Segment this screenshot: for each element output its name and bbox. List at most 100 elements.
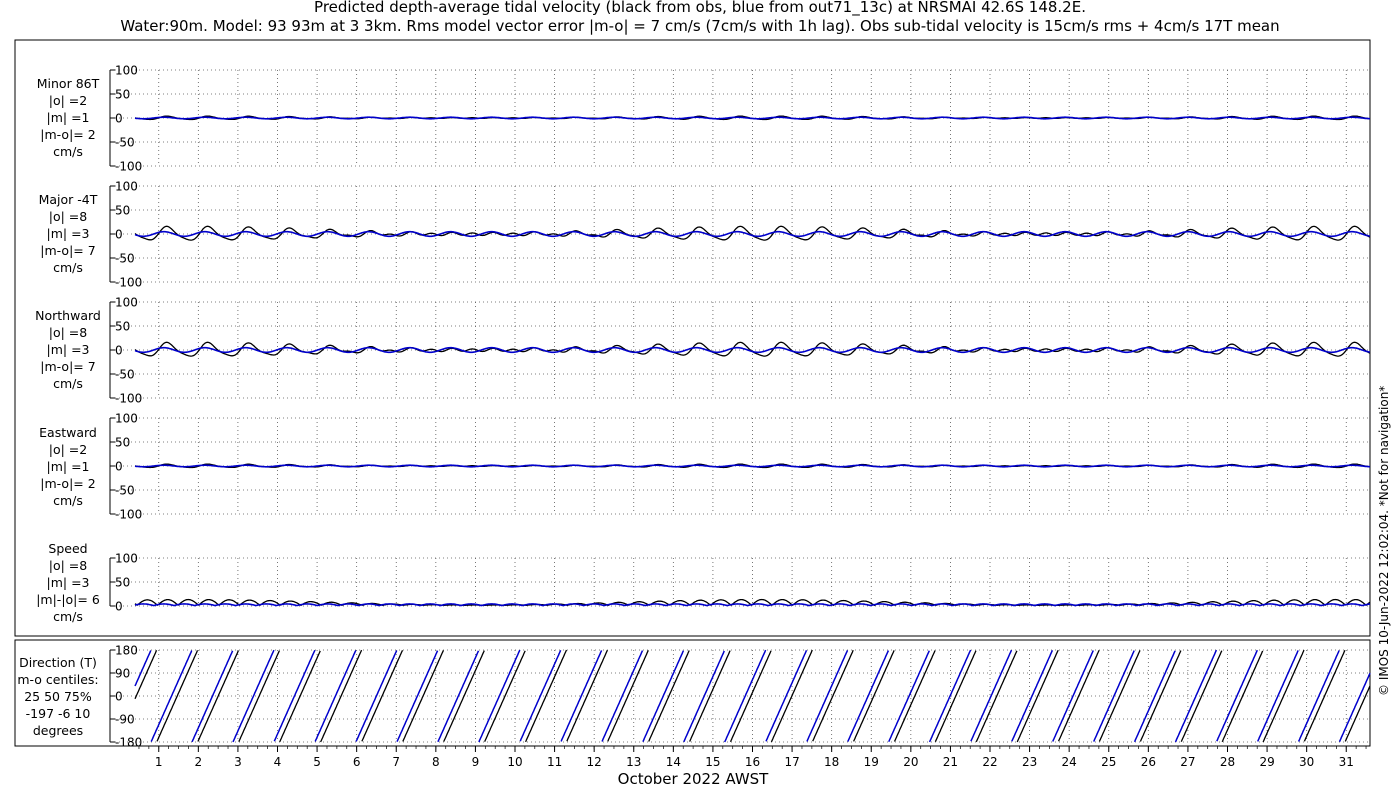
tidal-velocity-figure: 100500-50-100Minor 86T|o| =2|m| =1|m-o|=… [14, 39, 1371, 788]
direction-label-line: degrees [33, 723, 83, 738]
x-tick-label: 7 [392, 755, 400, 769]
x-tick-label: 26 [1141, 755, 1156, 769]
east-y-tick-label: -100 [115, 508, 142, 522]
major-y-tick-label: -50 [115, 252, 135, 266]
x-tick-label: 15 [705, 755, 720, 769]
x-tick-label: 12 [587, 755, 602, 769]
copyright-credit: © IMOS 10-Jun-2022 12:02:04. *Not for na… [1377, 385, 1391, 696]
major-label-line: |m-o|= 7 [40, 243, 95, 258]
minor-y-tick-label: -100 [115, 160, 142, 174]
east-label-line: cm/s [53, 493, 83, 508]
x-tick-label: 31 [1339, 755, 1354, 769]
x-tick-label: 14 [666, 755, 681, 769]
speed-label-line: |o| =8 [49, 558, 88, 573]
east-label-line: |m| =1 [47, 459, 90, 474]
major-label-line: Major -4T [39, 192, 98, 207]
x-tick-label: 20 [903, 755, 918, 769]
x-tick-label: 11 [547, 755, 562, 769]
direction-obs-series [134, 649, 1371, 743]
x-tick-label: 21 [943, 755, 958, 769]
major-label-line: |m| =3 [47, 226, 90, 241]
minor-label-line: Minor 86T [37, 76, 100, 91]
north-label-line: |o| =8 [49, 325, 88, 340]
major-y-tick-label: -100 [115, 276, 142, 290]
x-tick-label: 5 [313, 755, 321, 769]
major-y-tick-label: 50 [115, 204, 130, 218]
direction-model-series [134, 649, 1371, 743]
x-tick-label: 9 [472, 755, 480, 769]
x-tick-label: 27 [1180, 755, 1195, 769]
minor-y-tick-label: 0 [115, 112, 123, 126]
direction-y-tick-label: 0 [115, 690, 123, 704]
panel-east: 100 50 0 -50 -100 Eastward |o| =2 |m| =1 |m-o|= … [39, 412, 1371, 522]
direction-label-line: m-o centiles: [17, 672, 98, 687]
major-y-tick-label: 100 [115, 180, 138, 194]
upper-frame [14, 39, 1371, 637]
minor-label-line: |m| =1 [47, 110, 90, 125]
minor-label-line: cm/s [53, 144, 83, 159]
east-y-tick-label: 100 [115, 412, 138, 426]
speed-y-tick-label: 100 [115, 552, 138, 566]
x-tick-label: 23 [1022, 755, 1037, 769]
north-y-tick-label: 50 [115, 320, 130, 334]
x-tick-label: 18 [824, 755, 839, 769]
direction-y-tick-label: -180 [115, 736, 142, 750]
x-tick-label: 3 [234, 755, 242, 769]
x-tick-label: 30 [1299, 755, 1314, 769]
x-tick-label: 4 [274, 755, 282, 769]
panel-minor: 100 50 0 -50 -100 Minor 86T |o| =2 |m| =1 |m-o|=… [37, 64, 1371, 174]
north-label-line: Northward [35, 308, 101, 323]
direction-label-line: Direction (T) [19, 655, 97, 670]
x-tick-label: 1 [155, 755, 163, 769]
x-axis-label: October 2022 AWST [618, 770, 770, 788]
x-tick-label: 25 [1101, 755, 1116, 769]
speed-y-tick-label: 0 [115, 600, 123, 614]
east-label-line: |o| =2 [49, 442, 87, 457]
north-y-tick-label: -50 [115, 368, 135, 382]
direction-y-tick-label: 180 [115, 644, 138, 658]
minor-label-line: |m-o|= 2 [40, 127, 95, 142]
major-label-line: |o| =8 [49, 209, 88, 224]
north-y-tick-label: -100 [115, 392, 142, 406]
direction-label-line: -197 -6 10 [26, 706, 91, 721]
x-tick-label: 10 [507, 755, 522, 769]
north-y-tick-label: 0 [115, 344, 123, 358]
x-tick-label: 28 [1220, 755, 1235, 769]
x-tick-label: 24 [1062, 755, 1077, 769]
panel-speed: 100 50 0 Speed |o| =8 |m| =3 |m|-|o|= 6 cm/s [36, 541, 1371, 624]
x-tick-label: 22 [982, 755, 997, 769]
panel-north: 100 50 0 -50 -100 Northward |o| =8 |m| =3 |m-o|=… [35, 296, 1371, 406]
major-y-tick-label: 0 [115, 228, 123, 242]
x-tick-label: 2 [195, 755, 203, 769]
direction-y-tick-label: 90 [115, 667, 130, 681]
east-label-line: |m-o|= 2 [40, 476, 95, 491]
x-tick-label: 6 [353, 755, 361, 769]
x-tick-label: 16 [745, 755, 760, 769]
direction-y-tick-label: -90 [115, 713, 135, 727]
x-tick-label: 29 [1259, 755, 1274, 769]
speed-label-line: Speed [48, 541, 87, 556]
x-tick-label: 8 [432, 755, 440, 769]
east-y-tick-label: 50 [115, 436, 130, 450]
minor-y-tick-label: 50 [115, 88, 130, 102]
major-label-line: cm/s [53, 260, 83, 275]
x-tick-label: 13 [626, 755, 641, 769]
x-tick-label: 17 [784, 755, 799, 769]
speed-y-tick-label: 50 [115, 576, 130, 590]
minor-y-tick-label: -50 [115, 136, 135, 150]
x-tick-label: 19 [864, 755, 879, 769]
north-label-line: cm/s [53, 376, 83, 391]
direction-frame [14, 639, 1371, 747]
minor-label-line: |o| =2 [49, 93, 87, 108]
east-y-tick-label: -50 [115, 484, 135, 498]
east-y-tick-label: 0 [115, 460, 123, 474]
north-label-line: |m| =3 [47, 342, 90, 357]
minor-y-tick-label: 100 [115, 64, 138, 78]
panel-direction: 180 90 0 -90 -180 Direction (T) m-o centiles: 2… [17, 644, 1371, 750]
speed-label-line: |m|-|o|= 6 [36, 592, 100, 607]
east-label-line: Eastward [39, 425, 97, 440]
panel-major: 100 50 0 -50 -100 Major -4T |o| =8 |m| =3 |m-o|=… [39, 180, 1371, 290]
north-y-tick-label: 100 [115, 296, 138, 310]
speed-label-line: cm/s [53, 609, 83, 624]
north-label-line: |m-o|= 7 [40, 359, 95, 374]
